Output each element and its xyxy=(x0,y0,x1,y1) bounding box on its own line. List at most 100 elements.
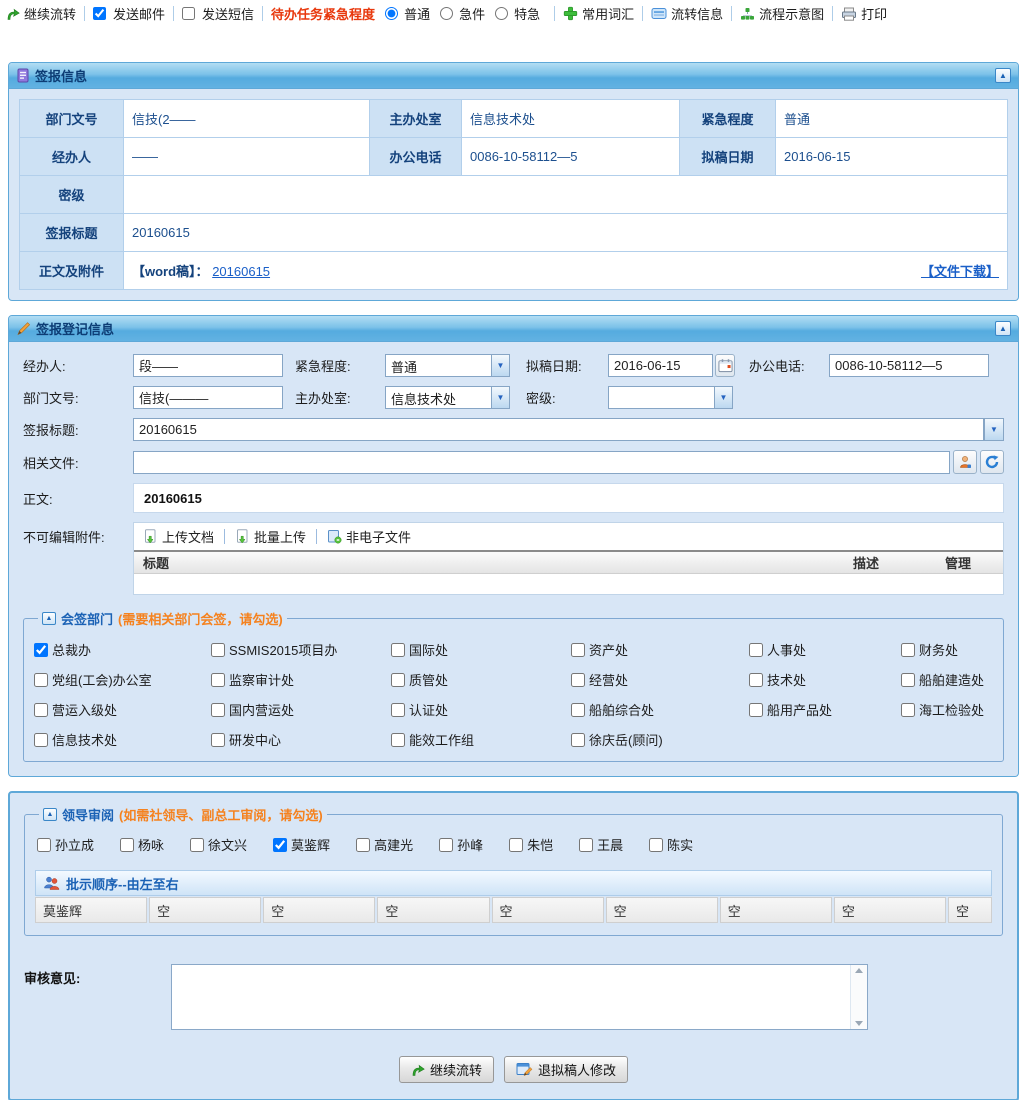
continue-flow-button[interactable]: 继续流转 xyxy=(6,4,76,23)
countersign-checkbox[interactable] xyxy=(391,643,405,657)
countersign-checkbox[interactable] xyxy=(211,703,225,717)
countersign-option[interactable]: 人事处 xyxy=(749,640,901,659)
urgency-express-radio[interactable] xyxy=(495,7,508,20)
leader-checkbox[interactable] xyxy=(120,838,134,852)
file-download-link[interactable]: 【文件下载】 xyxy=(921,261,999,280)
countersign-checkbox[interactable] xyxy=(901,643,915,657)
scroll-up-icon[interactable] xyxy=(855,968,863,973)
urgency-express-option[interactable]: 特急 xyxy=(485,4,540,23)
leader-option[interactable]: 徐文兴 xyxy=(190,835,247,854)
operator-input[interactable] xyxy=(133,354,283,377)
countersign-checkbox[interactable] xyxy=(391,673,405,687)
countersign-option[interactable]: 研发中心 xyxy=(211,730,391,749)
countersign-option[interactable]: 质管处 xyxy=(391,670,571,689)
refresh-button[interactable] xyxy=(980,450,1004,474)
countersign-option[interactable]: 总裁办 xyxy=(34,640,211,659)
calendar-button[interactable] xyxy=(715,354,735,377)
countersign-checkbox[interactable] xyxy=(901,703,915,717)
countersign-option[interactable]: 船舶综合处 xyxy=(571,700,749,719)
chevron-down-icon[interactable]: ▼ xyxy=(714,386,733,409)
upload-doc-button[interactable]: 上传文档 xyxy=(143,527,214,546)
batch-upload-button[interactable]: 批量上传 xyxy=(235,527,306,546)
chevron-down-icon[interactable]: ▼ xyxy=(491,386,510,409)
countersign-checkbox[interactable] xyxy=(34,733,48,747)
leader-option[interactable]: 孙立成 xyxy=(37,835,94,854)
countersign-checkbox[interactable] xyxy=(749,643,763,657)
countersign-checkbox[interactable] xyxy=(211,733,225,747)
countersign-option[interactable]: 经营处 xyxy=(571,670,749,689)
urgency-normal-option[interactable]: 普通 xyxy=(375,4,430,23)
title-combo[interactable]: ▼ xyxy=(133,418,1004,441)
urgency-urgent-radio[interactable] xyxy=(440,7,453,20)
common-words-button[interactable]: 常用词汇 xyxy=(563,4,634,23)
countersign-option[interactable]: SSMIS2015项目办 xyxy=(211,640,391,659)
related-files-input[interactable] xyxy=(133,451,950,474)
countersign-checkbox[interactable] xyxy=(749,703,763,717)
leader-checkbox[interactable] xyxy=(190,838,204,852)
countersign-option[interactable]: 国际处 xyxy=(391,640,571,659)
date-input[interactable] xyxy=(608,354,713,377)
leader-option[interactable]: 朱恺 xyxy=(509,835,553,854)
body-value-box[interactable]: 20160615 xyxy=(133,483,1004,513)
countersign-option[interactable]: 党组(工会)办公室 xyxy=(34,670,211,689)
leader-checkbox[interactable] xyxy=(273,838,287,852)
countersign-checkbox[interactable] xyxy=(211,643,225,657)
title-input[interactable] xyxy=(133,418,984,441)
countersign-checkbox[interactable] xyxy=(571,673,585,687)
countersign-checkbox[interactable] xyxy=(211,673,225,687)
countersign-checkbox[interactable] xyxy=(34,703,48,717)
countersign-option[interactable]: 徐庆岳(顾问) xyxy=(571,730,749,749)
countersign-checkbox[interactable] xyxy=(391,733,405,747)
countersign-checkbox[interactable] xyxy=(571,703,585,717)
countersign-option[interactable]: 营运入级处 xyxy=(34,700,211,719)
chevron-down-icon[interactable]: ▼ xyxy=(491,354,510,377)
leader-option[interactable]: 高建光 xyxy=(356,835,413,854)
leader-option[interactable]: 王晨 xyxy=(579,835,623,854)
send-sms-option[interactable]: 发送短信 xyxy=(182,4,254,23)
collapse-panel-button[interactable]: ▲ xyxy=(995,68,1011,83)
countersign-option[interactable]: 船用产品处 xyxy=(749,700,901,719)
leader-option[interactable]: 孙峰 xyxy=(439,835,483,854)
countersign-option[interactable]: 技术处 xyxy=(749,670,901,689)
send-email-option[interactable]: 发送邮件 xyxy=(93,4,165,23)
countersign-checkbox[interactable] xyxy=(34,643,48,657)
countersign-option[interactable]: 国内营运处 xyxy=(211,700,391,719)
continue-flow-submit-button[interactable]: 继续流转 xyxy=(399,1056,494,1083)
non-electronic-button[interactable]: 非电子文件 xyxy=(327,527,411,546)
urgency-normal-radio[interactable] xyxy=(385,7,398,20)
flow-info-button[interactable]: 流转信息 xyxy=(651,4,723,23)
review-opinion-textarea[interactable] xyxy=(172,965,867,1029)
countersign-checkbox[interactable] xyxy=(901,673,915,687)
countersign-option[interactable]: 认证处 xyxy=(391,700,571,719)
countersign-checkbox[interactable] xyxy=(34,673,48,687)
countersign-option[interactable]: 资产处 xyxy=(571,640,749,659)
word-draft-link[interactable]: 20160615 xyxy=(212,264,270,279)
leader-option[interactable]: 陈实 xyxy=(649,835,693,854)
countersign-option[interactable]: 能效工作组 xyxy=(391,730,571,749)
leader-checkbox[interactable] xyxy=(649,838,663,852)
scroll-down-icon[interactable] xyxy=(855,1021,863,1026)
leader-checkbox[interactable] xyxy=(439,838,453,852)
leader-checkbox[interactable] xyxy=(579,838,593,852)
countersign-option[interactable]: 信息技术处 xyxy=(34,730,211,749)
urgency-select[interactable]: 普通 ▼ xyxy=(385,354,510,377)
leader-checkbox[interactable] xyxy=(37,838,51,852)
send-sms-checkbox[interactable] xyxy=(182,7,195,20)
host-office-select[interactable]: 信息技术处 ▼ xyxy=(385,386,510,409)
countersign-checkbox[interactable] xyxy=(749,673,763,687)
urgency-urgent-option[interactable]: 急件 xyxy=(430,4,485,23)
phone-input[interactable] xyxy=(829,354,989,377)
textarea-scrollbar[interactable] xyxy=(850,965,867,1029)
countersign-checkbox[interactable] xyxy=(391,703,405,717)
flow-diagram-button[interactable]: 流程示意图 xyxy=(740,4,824,23)
countersign-option[interactable]: 财务处 xyxy=(901,640,993,659)
person-picker-button[interactable] xyxy=(953,450,977,474)
leader-checkbox[interactable] xyxy=(356,838,370,852)
countersign-checkbox[interactable] xyxy=(571,643,585,657)
collapse-section-button[interactable]: ▲ xyxy=(42,612,56,625)
chevron-down-icon[interactable]: ▼ xyxy=(984,418,1004,441)
leader-checkbox[interactable] xyxy=(509,838,523,852)
collapse-section-button[interactable]: ▲ xyxy=(43,808,57,821)
countersign-option[interactable]: 船舶建造处 xyxy=(901,670,993,689)
print-button[interactable]: 打印 xyxy=(841,4,887,23)
